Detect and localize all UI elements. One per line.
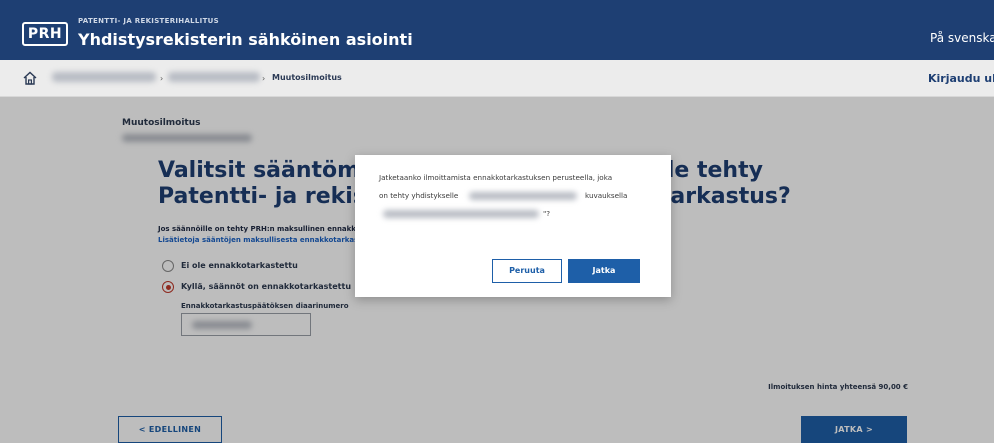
redacted-association <box>469 192 577 200</box>
dialog-line2: on tehty yhdistykselle kuvauksella <box>379 187 649 205</box>
home-icon[interactable] <box>22 70 38 86</box>
dialog-message: Jatketaanko ilmoittamista ennakkotarkast… <box>379 169 649 223</box>
language-link[interactable]: På svenska <box>930 31 994 45</box>
breadcrumb-item-redacted[interactable] <box>52 72 156 82</box>
dialog-line2-start: on tehty yhdistykselle <box>379 191 459 200</box>
top-header: PRH PATENTTI- JA REKISTERIHALLITUS Yhdis… <box>0 0 994 60</box>
org-name: PATENTTI- JA REKISTERIHALLITUS <box>78 17 219 25</box>
prh-logo[interactable]: PRH <box>22 22 68 46</box>
app-title: Yhdistysrekisterin sähköinen asiointi <box>78 30 413 49</box>
breadcrumb-current: Muutosilmoitus <box>272 73 342 82</box>
breadcrumb: › › Muutosilmoitus Kirjaudu ulos <box>0 60 994 97</box>
confirm-dialog: Jatketaanko ilmoittamista ennakkotarkast… <box>355 155 671 297</box>
cancel-button[interactable]: Peruuta <box>492 259 562 283</box>
confirm-button[interactable]: Jatka <box>568 259 640 283</box>
redacted-description <box>383 210 539 218</box>
dialog-line1: Jatketaanko ilmoittamista ennakkotarkast… <box>379 173 613 182</box>
dialog-line3: "? <box>379 205 649 223</box>
breadcrumb-separator: › <box>262 74 266 83</box>
breadcrumb-item-redacted[interactable] <box>168 72 260 82</box>
breadcrumb-separator: › <box>160 74 164 83</box>
dialog-line2-end: kuvauksella <box>585 191 628 200</box>
dialog-line3-end: "? <box>543 209 551 218</box>
logout-link[interactable]: Kirjaudu ulos <box>928 72 994 85</box>
